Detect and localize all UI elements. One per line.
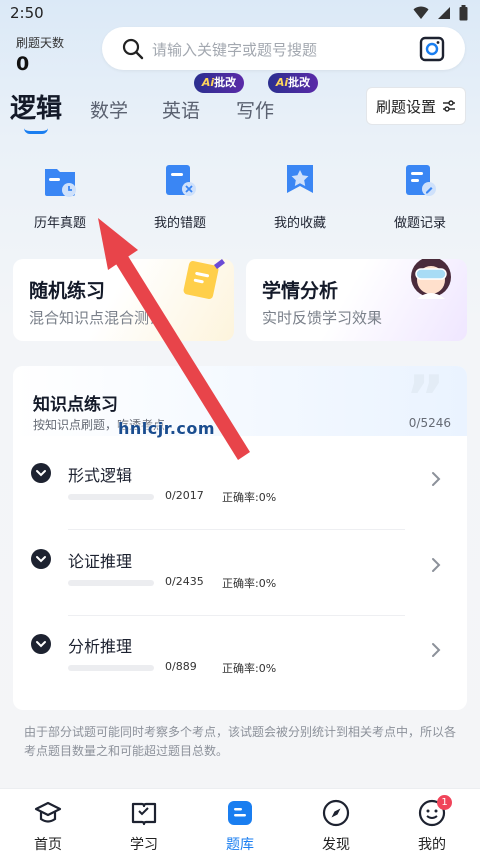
random-practice-subtitle: 混合知识点混合测试 — [29, 309, 165, 327]
learning-analysis-subtitle: 实时反馈学习效果 — [262, 309, 383, 327]
nav-discover[interactable]: 发现 — [288, 789, 384, 853]
sliders-icon — [443, 100, 455, 112]
tab-math[interactable]: 数学 — [90, 96, 128, 123]
nav-home-label: 首页 — [34, 837, 62, 853]
record-pen-icon — [406, 165, 436, 196]
nav-study-label: 学习 — [130, 837, 158, 853]
knowledge-item-accuracy: 正确率:0% — [222, 491, 277, 504]
star-bookmark-icon — [287, 165, 313, 193]
knowledge-item-accuracy: 正确率:0% — [222, 662, 277, 675]
calendar-file-icon — [45, 169, 76, 197]
random-practice-title: 随机练习 — [29, 280, 106, 302]
progress-bar — [68, 580, 154, 586]
nav-question-bank[interactable]: 题库 — [192, 789, 288, 853]
knowledge-practice-title: 知识点练习 — [33, 395, 118, 415]
knowledge-item-analytical-reasoning[interactable]: 分析推理 0/889 正确率:0% — [13, 626, 467, 710]
chevron-down-icon[interactable] — [31, 463, 51, 483]
nav-profile-label: 我的 — [418, 837, 446, 853]
compass-icon — [322, 799, 350, 827]
search-placeholder: 请输入关键字或题号搜题 — [152, 41, 318, 59]
knowledge-item-formal-logic[interactable]: 形式逻辑 0/2017 正确率:0% — [13, 455, 467, 540]
nav-profile[interactable]: 1 我的 — [384, 789, 480, 853]
chevron-right-icon[interactable] — [431, 642, 441, 658]
watermark-text: hnlcjr.com — [118, 419, 216, 438]
practice-settings-label: 刷题设置 — [375, 97, 436, 116]
knowledge-practice-panel: ” 知识点练习 按知识点刷题，吃透考点 0/5246 形式逻辑 0/2017 正… — [13, 366, 467, 710]
practice-settings-button[interactable]: 刷题设置 — [366, 87, 466, 125]
learning-analysis-title: 学情分析 — [262, 280, 339, 302]
avatar-girl-vr-icon — [411, 259, 451, 299]
knowledge-practice-total: 0/5246 — [408, 416, 451, 430]
statistics-note: 由于部分试题可能同时考察多个考点，该试题会被分别统计到相关考点中，所以各考点题目… — [24, 725, 457, 758]
ai-grading-badge-english: Ai批改 — [194, 73, 244, 93]
knowledge-item-count: 0/2435 — [165, 575, 204, 588]
quick-past-exams-label: 历年真题 — [33, 216, 86, 231]
bottom-navigation: 首页 学习 题库 发现 1 我的 — [0, 788, 480, 853]
learning-analysis-card[interactable]: 学情分析 实时反馈学习效果 — [246, 259, 467, 341]
knowledge-item-count: 0/889 — [165, 660, 197, 673]
quick-practice-records[interactable]: 做题记录 — [360, 160, 480, 231]
quick-wrong-questions[interactable]: 我的错题 — [120, 160, 240, 231]
graduation-cap-icon — [34, 801, 62, 823]
random-practice-card[interactable]: 随机练习 混合知识点混合测试 — [13, 259, 234, 341]
knowledge-item-accuracy: 正确率:0% — [222, 577, 277, 590]
signal-icon — [438, 7, 450, 19]
scan-camera-icon[interactable] — [419, 36, 445, 62]
quick-wrong-questions-label: 我的错题 — [153, 216, 206, 231]
status-bar: 2:50 — [0, 0, 480, 28]
status-time: 2:50 — [10, 4, 44, 22]
notification-badge: 1 — [437, 795, 452, 810]
ai-grading-badge-writing: Ai批改 — [268, 73, 318, 93]
progress-bar — [68, 665, 154, 671]
chevron-right-icon[interactable] — [431, 471, 441, 487]
book-icon — [131, 802, 157, 826]
battery-icon — [459, 5, 468, 21]
wrong-file-icon — [166, 165, 196, 196]
nav-question-bank-label: 题库 — [226, 837, 254, 853]
search-icon — [122, 38, 144, 60]
knowledge-item-name: 论证推理 — [68, 552, 133, 571]
clipboard-pencil-icon — [183, 259, 225, 300]
tab-english[interactable]: 英语 — [162, 96, 200, 123]
tab-active-indicator — [24, 128, 48, 134]
practice-days[interactable]: 刷题天数 0 — [16, 34, 64, 75]
nav-study[interactable]: 学习 — [96, 789, 192, 853]
search-bar[interactable]: 请输入关键字或题号搜题 — [102, 27, 465, 70]
chevron-down-icon[interactable] — [31, 634, 51, 654]
practice-days-label: 刷题天数 — [16, 36, 65, 50]
nav-discover-label: 发现 — [322, 837, 350, 853]
progress-bar — [68, 494, 154, 500]
knowledge-item-count: 0/2017 — [165, 489, 204, 502]
tab-writing[interactable]: 写作 — [236, 96, 274, 123]
practice-days-value: 0 — [16, 53, 30, 75]
knowledge-item-argument-reasoning[interactable]: 论证推理 0/2435 正确率:0% — [13, 541, 467, 626]
knowledge-item-name: 形式逻辑 — [68, 466, 133, 485]
chevron-down-icon[interactable] — [31, 549, 51, 569]
knowledge-item-name: 分析推理 — [68, 637, 133, 656]
chevron-right-icon[interactable] — [431, 557, 441, 573]
quick-practice-records-label: 做题记录 — [393, 216, 446, 231]
question-bank-icon — [228, 801, 252, 825]
quick-past-exams[interactable]: 历年真题 — [0, 160, 120, 231]
tab-logic[interactable]: 逻辑 — [10, 88, 62, 125]
nav-home[interactable]: 首页 — [0, 789, 96, 853]
quick-favorites[interactable]: 我的收藏 — [240, 160, 360, 231]
quick-favorites-label: 我的收藏 — [273, 216, 326, 231]
wifi-icon — [413, 6, 429, 19]
